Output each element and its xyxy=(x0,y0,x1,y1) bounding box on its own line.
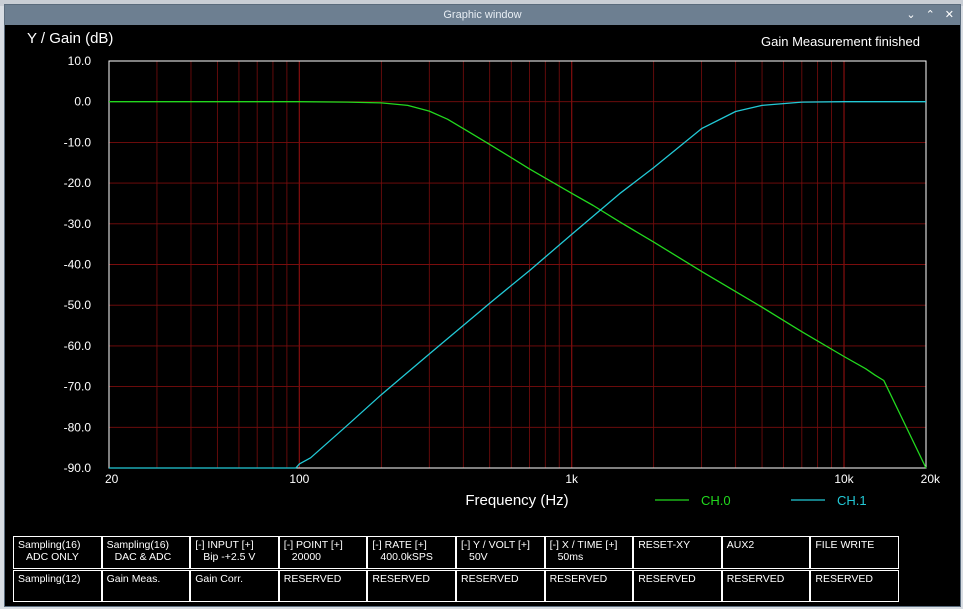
window-titlebar[interactable]: Graphic window ⌄ ⌃ ✕ xyxy=(5,5,960,25)
control-button-reserved[interactable]: RESERVED xyxy=(633,570,722,602)
x-tick-label: 20 xyxy=(105,472,119,486)
control-button-reserved[interactable]: RESERVED xyxy=(544,570,634,602)
control-button-reserved[interactable]: RESERVED xyxy=(456,570,545,602)
control-button-label: [-] INPUT [+] xyxy=(195,539,254,551)
control-button-label: FILE WRITE xyxy=(815,539,875,551)
control-button-reserved[interactable]: RESERVED xyxy=(810,570,899,602)
gain-chart: 10.0 0.0 -10.0 -20.0 -30.0 -40.0 -50.0 -60.0 -70… xyxy=(27,30,941,509)
control-button-label: Sampling(16) xyxy=(106,539,170,551)
x-axis-label: Frequency (Hz) xyxy=(465,492,568,509)
control-button-value: 20000 xyxy=(291,551,321,563)
control-button-reserved[interactable]: RESERVED xyxy=(278,570,368,602)
legend-label: CH.0 xyxy=(701,493,731,508)
close-icon[interactable]: ✕ xyxy=(945,5,954,25)
control-button-point[interactable]: [-] POINT [+] 20000 xyxy=(278,536,368,569)
control-button-gain-corr[interactable]: Gain Corr. xyxy=(190,570,279,602)
y-tick-label: -30.0 xyxy=(64,217,92,231)
control-button-value: DAC & ADC xyxy=(114,551,172,563)
legend: CH.0 CH.1 xyxy=(655,493,867,508)
y-tick-label: -40.0 xyxy=(64,258,92,272)
minimize-icon[interactable]: ⌄ xyxy=(906,5,915,25)
control-button-aux2[interactable]: AUX2 xyxy=(721,536,811,569)
y-tick-label: -10.0 xyxy=(64,135,92,149)
control-button-sampling-16[interactable]: Sampling(16) ADC ONLY xyxy=(13,536,102,569)
tick-label-layer: 10.0 0.0 -10.0 -20.0 -30.0 -40.0 -50.0 -60.0 -70… xyxy=(64,54,941,486)
control-button-value: 400.0kSPS xyxy=(380,551,433,563)
control-button-label: [-] X / TIME [+] xyxy=(549,539,618,551)
y-tick-label: 0.0 xyxy=(74,95,91,109)
control-button-value: 50V xyxy=(469,551,488,563)
y-tick-label: -80.0 xyxy=(64,420,92,434)
y-tick-label: -20.0 xyxy=(64,176,92,190)
control-button-rate[interactable]: [-] RATE [+] 400.0kSPS xyxy=(367,536,456,569)
control-button-value: ADC ONLY xyxy=(26,551,79,563)
x-tick-label: 10k xyxy=(834,472,854,486)
control-button-label: RESERVED xyxy=(372,573,430,585)
x-tick-label: 100 xyxy=(289,472,309,486)
control-button-input[interactable]: [-] INPUT [+] Bip -+2.5 V xyxy=(190,536,279,569)
control-button-label: RESERVED xyxy=(461,573,519,585)
y-axis-label: Y / Gain (dB) xyxy=(27,30,113,47)
control-button-x-time[interactable]: [-] X / TIME [+] 50ms xyxy=(544,536,634,569)
y-tick-label: -60.0 xyxy=(64,339,92,353)
control-button-label: AUX2 xyxy=(726,539,755,551)
y-tick-label: -90.0 xyxy=(64,461,92,475)
series-layer xyxy=(109,101,927,469)
y-tick-label: -70.0 xyxy=(64,380,92,394)
legend-label: CH.1 xyxy=(837,493,867,508)
control-button-label: Gain Corr. xyxy=(195,573,244,585)
grid-major-lines xyxy=(109,61,926,468)
control-button-label: Sampling(12) xyxy=(18,573,81,585)
control-button-label: RESERVED xyxy=(638,573,696,585)
status-text: Gain Measurement finished xyxy=(761,34,920,49)
control-button-label: Sampling(16) xyxy=(18,539,81,551)
window-controls: ⌄ ⌃ ✕ xyxy=(906,5,954,25)
x-tick-label: 20k xyxy=(921,472,941,486)
control-button-reserved[interactable]: RESERVED xyxy=(367,570,456,602)
control-button-y-volt[interactable]: [-] Y / VOLT [+] 50V xyxy=(456,536,545,569)
control-button-label: [-] RATE [+] xyxy=(372,539,427,551)
maximize-icon[interactable]: ⌃ xyxy=(926,5,935,25)
x-tick-label: 1k xyxy=(565,472,579,486)
control-button-value: 50ms xyxy=(557,551,584,563)
control-button-file-write[interactable]: FILE WRITE xyxy=(810,536,899,569)
control-button-label: RESET-XY xyxy=(638,539,691,551)
series-line-ch1 xyxy=(109,101,926,469)
y-tick-label: 10.0 xyxy=(68,54,92,68)
control-button-reset-xy[interactable]: RESET-XY xyxy=(633,536,722,569)
control-button-sampling-16[interactable]: Sampling(16) DAC & ADC xyxy=(101,536,191,569)
control-button-label: RESERVED xyxy=(549,573,608,585)
y-tick-label: -50.0 xyxy=(64,298,92,312)
control-button-label: RESERVED xyxy=(283,573,342,585)
control-button-label: [-] Y / VOLT [+] xyxy=(461,539,530,551)
series-line-ch0 xyxy=(109,101,927,469)
control-button-value: Bip -+2.5 V xyxy=(203,551,256,563)
window-title: Graphic window xyxy=(443,9,522,21)
graphic-window: Graphic window ⌄ ⌃ ✕ 10.0 0.0 -10.0 -20.0 -3… xyxy=(4,4,961,607)
control-button-label: RESERVED xyxy=(726,573,785,585)
control-button-label: [-] POINT [+] xyxy=(283,539,343,551)
control-button-label: RESERVED xyxy=(815,573,873,585)
control-button-label: Gain Meas. xyxy=(106,573,161,585)
control-button-gain-meas[interactable]: Gain Meas. xyxy=(101,570,191,602)
control-button-sampling-12[interactable]: Sampling(12) xyxy=(13,570,102,602)
control-button-reserved[interactable]: RESERVED xyxy=(721,570,811,602)
